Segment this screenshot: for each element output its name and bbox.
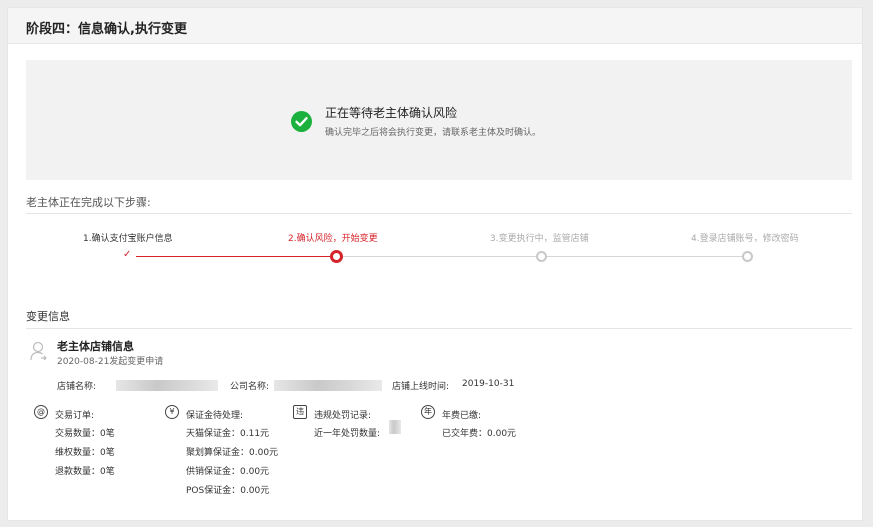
store-name-label: 店铺名称: [57, 382, 97, 392]
orders-icon: @ [34, 405, 48, 419]
annual-fee-line: 已交年费：0.00元 [442, 429, 517, 439]
online-time-label: 店铺上线时间: [392, 382, 450, 392]
step-3-label: 3.变更执行中，监管店铺 [490, 234, 589, 244]
orders-title: 交易订单: [55, 411, 95, 421]
violations-line: 近一年处罚数量: [314, 429, 381, 439]
user-icon [30, 341, 47, 361]
page-container: 阶段四：信息确认,执行变更 正在等待老主体确认风险 确认完毕之后将会执行变更，请… [7, 7, 863, 521]
steps-heading: 老主体正在完成以下步骤: [26, 196, 151, 209]
step-4-node [742, 251, 753, 262]
page-header: 阶段四：信息确认,执行变更 [8, 8, 862, 44]
orders-line: 交易数量：0笔 [55, 429, 115, 439]
apply-date: 2020-08-21发起变更申请 [57, 357, 164, 367]
deposit-title: 保证金待处理: [186, 411, 244, 421]
orders-line: 维权数量：0笔 [55, 448, 115, 458]
deposit-line: POS保证金：0.00元 [186, 486, 270, 496]
progress-line-complete [136, 256, 332, 257]
step-4-label: 4.登录店铺账号，修改密码 [691, 234, 799, 244]
violations-title: 违规处罚记录: [314, 411, 372, 421]
status-box: 正在等待老主体确认风险 确认完毕之后将会执行变更，请联系老主体及时确认。 [26, 60, 852, 180]
deposit-line: 聚划算保证金：0.00元 [186, 448, 279, 458]
store-info-title: 老主体店铺信息 [57, 340, 134, 353]
violations-icon: 违 [293, 405, 307, 419]
step-1-label: 1.确认支付宝账户信息 [83, 234, 173, 244]
step-2-node [330, 250, 343, 263]
step-1-check-icon: ✓ [123, 249, 132, 260]
company-name-label: 公司名称: [230, 382, 270, 392]
deposit-line: 供销保证金：0.00元 [186, 467, 270, 477]
company-name-redacted [274, 380, 382, 391]
divider [26, 213, 852, 214]
check-circle-icon [291, 111, 312, 132]
section-title-change-info: 变更信息 [26, 310, 70, 323]
deposit-line: 天猫保证金：0.11元 [186, 429, 270, 439]
step-2-label: 2.确认风险，开始变更 [288, 234, 378, 244]
annual-fee-icon: 年 [421, 405, 435, 419]
online-time-value: 2019-10-31 [462, 379, 515, 389]
deposit-icon: ¥ [165, 405, 179, 419]
step-3-node [536, 251, 547, 262]
page-title: 阶段四：信息确认,执行变更 [26, 22, 187, 37]
annual-fee-title: 年费已缴: [442, 411, 482, 421]
penalty-count-redacted [389, 420, 401, 434]
status-description: 确认完毕之后将会执行变更，请联系老主体及时确认。 [325, 128, 542, 138]
orders-line: 退款数量：0笔 [55, 467, 115, 477]
status-title: 正在等待老主体确认风险 [325, 106, 458, 120]
store-name-redacted [116, 380, 218, 391]
divider [26, 328, 852, 329]
